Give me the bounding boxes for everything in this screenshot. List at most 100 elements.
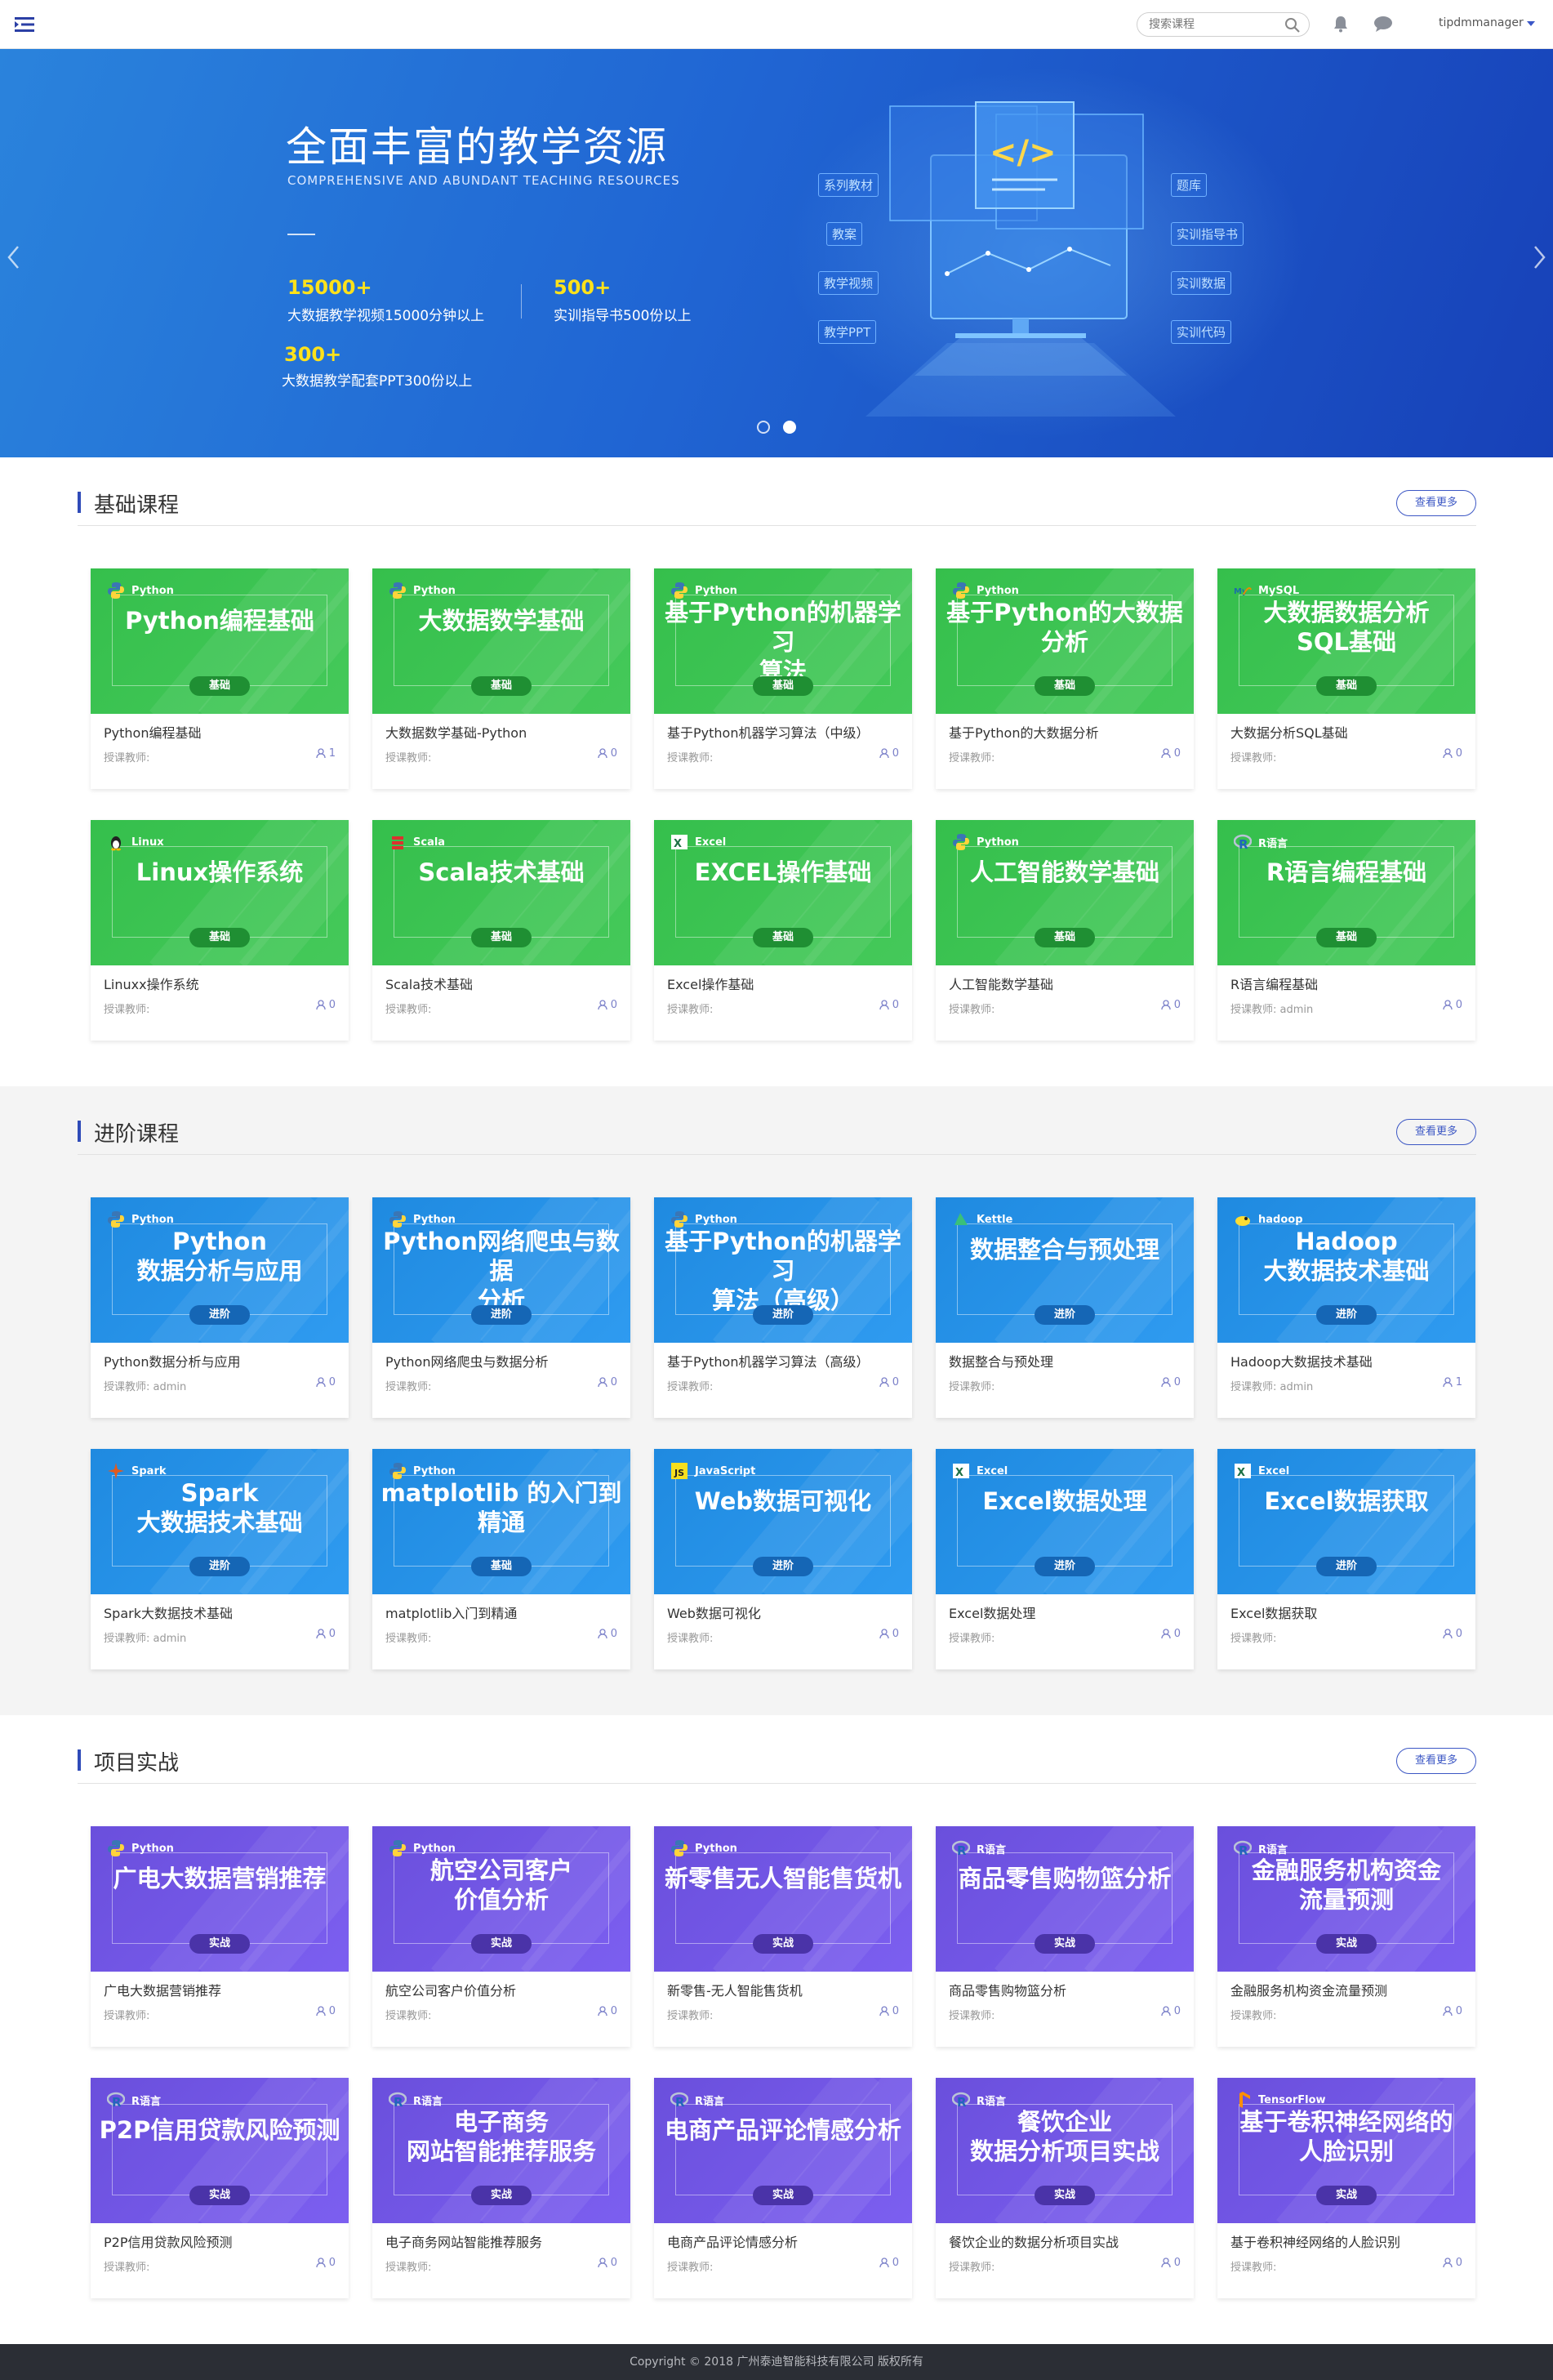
- menu-toggle-icon[interactable]: [15, 16, 34, 33]
- course-card[interactable]: Python 新零售无人智能售货机 实战 新零售-无人智能售货机 授课教师: 0: [654, 1826, 912, 2047]
- course-thumbnail[interactable]: JS JavaScript Web数据可视化 进阶: [654, 1449, 912, 1594]
- course-card[interactable]: Python 基于Python的大数据 分析 基础 基于Python的大数据分析 授课教师…: [936, 568, 1194, 789]
- carousel-dot-active[interactable]: [783, 421, 796, 434]
- course-card[interactable]: R R语言 P2P信用贷款风险预测 实战 P2P信用贷款风险预测 授课教师: 0: [91, 2078, 349, 2298]
- course-thumbnail[interactable]: Scala Scala技术基础 基础: [372, 820, 630, 965]
- course-card[interactable]: Python 航空公司客户 价值分析 实战 航空公司客户价值分析 授课教师: 0: [372, 1826, 630, 2047]
- course-card[interactable]: R R语言 商品零售购物篮分析 实战 商品零售购物篮分析 授课教师: 0: [936, 1826, 1194, 2047]
- course-thumbnail[interactable]: Python 基于Python的机器学习 算法 基础: [654, 568, 912, 714]
- course-card[interactable]: R R语言 金融服务机构资金 流量预测 实战 金融服务机构资金流量预测 授课教师: 0: [1217, 1826, 1475, 2047]
- course-name[interactable]: 基于Python机器学习算法（中级）: [667, 722, 869, 742]
- course-card[interactable]: X Excel EXCEL操作基础 基础 Excel操作基础 授课教师: 0: [654, 820, 912, 1041]
- course-card[interactable]: hadoop Hadoop 大数据技术基础 进阶 Hadoop大数据技术基础 授课教师: …: [1217, 1197, 1475, 1418]
- course-card[interactable]: Python Python 数据分析与应用 进阶 Python数据分析与应用 授课教师: …: [91, 1197, 349, 1418]
- course-card[interactable]: Python matplotlib 的入门到 精通 基础 matplotlib入门到精通…: [372, 1449, 630, 1669]
- course-thumbnail[interactable]: R R语言 餐饮企业 数据分析项目实战 实战: [936, 2078, 1194, 2223]
- carousel-dot[interactable]: [757, 421, 770, 434]
- course-thumbnail[interactable]: R R语言 电子商务 网站智能推荐服务 实战: [372, 2078, 630, 2223]
- course-name[interactable]: 大数据数学基础-Python: [385, 722, 527, 742]
- course-name[interactable]: Python数据分析与应用: [104, 1351, 240, 1371]
- course-name[interactable]: Scala技术基础: [385, 974, 473, 993]
- course-thumbnail[interactable]: X Excel Excel数据获取 进阶: [1217, 1449, 1475, 1594]
- course-name[interactable]: 航空公司客户价值分析: [385, 1980, 516, 1999]
- course-name[interactable]: matplotlib入门到精通: [385, 1602, 517, 1622]
- bell-icon[interactable]: [1333, 15, 1349, 33]
- course-name[interactable]: P2P信用贷款风险预测: [104, 2231, 232, 2251]
- course-name[interactable]: 金融服务机构资金流量预测: [1230, 1980, 1387, 1999]
- course-name[interactable]: 大数据分析SQL基础: [1230, 722, 1348, 742]
- course-name[interactable]: Excel数据获取: [1230, 1602, 1317, 1622]
- course-thumbnail[interactable]: Kettle 数据整合与预处理 进阶: [936, 1197, 1194, 1343]
- course-card[interactable]: R R语言 餐饮企业 数据分析项目实战 实战 餐饮企业的数据分析项目实战 授课教师: 0: [936, 2078, 1194, 2298]
- course-card[interactable]: Python Python网络爬虫与数据 分析 进阶 Python网络爬虫与数据分析 授课…: [372, 1197, 630, 1418]
- course-thumbnail[interactable]: R R语言 电商产品评论情感分析 实战: [654, 2078, 912, 2223]
- course-card[interactable]: X Excel Excel数据处理 进阶 Excel数据处理 授课教师: 0: [936, 1449, 1194, 1669]
- course-name[interactable]: 电商产品评论情感分析: [667, 2231, 798, 2251]
- course-thumbnail[interactable]: Python 基于Python的大数据 分析 基础: [936, 568, 1194, 714]
- course-thumbnail[interactable]: TensorFlow 基于卷积神经网络的 人脸识别 实战: [1217, 2078, 1475, 2223]
- course-card[interactable]: My MySQL 大数据数据分析 SQL基础 基础 大数据分析SQL基础 授课教师: 0: [1217, 568, 1475, 789]
- course-thumbnail[interactable]: Spark Spark 大数据技术基础 进阶: [91, 1449, 349, 1594]
- course-thumbnail[interactable]: R R语言 R语言编程基础 基础: [1217, 820, 1475, 965]
- course-card[interactable]: Scala Scala技术基础 基础 Scala技术基础 授课教师: 0: [372, 820, 630, 1041]
- search-icon[interactable]: [1284, 17, 1301, 33]
- course-card[interactable]: X Excel Excel数据获取 进阶 Excel数据获取 授课教师: 0: [1217, 1449, 1475, 1669]
- course-thumbnail[interactable]: R R语言 P2P信用贷款风险预测 实战: [91, 2078, 349, 2223]
- course-thumbnail[interactable]: X Excel EXCEL操作基础 基础: [654, 820, 912, 965]
- course-name[interactable]: 基于卷积神经网络的人脸识别: [1230, 2231, 1400, 2251]
- course-name[interactable]: 商品零售购物篮分析: [949, 1980, 1066, 1999]
- course-name[interactable]: Python编程基础: [104, 722, 201, 742]
- course-card[interactable]: R R语言 电子商务 网站智能推荐服务 实战 电子商务网站智能推荐服务 授课教师: 0: [372, 2078, 630, 2298]
- course-thumbnail[interactable]: hadoop Hadoop 大数据技术基础 进阶: [1217, 1197, 1475, 1343]
- course-name[interactable]: 基于Python的大数据分析: [949, 722, 1098, 742]
- course-name[interactable]: 基于Python机器学习算法（高级）: [667, 1351, 869, 1371]
- view-more-button[interactable]: 查看更多: [1396, 1748, 1476, 1774]
- course-name[interactable]: Python网络爬虫与数据分析: [385, 1351, 548, 1371]
- chevron-down-icon[interactable]: [1527, 21, 1535, 26]
- course-thumbnail[interactable]: Python 人工智能数学基础 基础: [936, 820, 1194, 965]
- search-input[interactable]: [1149, 18, 1279, 31]
- course-name[interactable]: 电子商务网站智能推荐服务: [385, 2231, 542, 2251]
- course-name[interactable]: 广电大数据营销推荐: [104, 1980, 221, 1999]
- course-name[interactable]: Excel操作基础: [667, 974, 754, 993]
- course-thumbnail[interactable]: R R语言 商品零售购物篮分析 实战: [936, 1826, 1194, 1972]
- course-thumbnail[interactable]: R R语言 金融服务机构资金 流量预测 实战: [1217, 1826, 1475, 1972]
- course-thumbnail[interactable]: Python Python网络爬虫与数据 分析 进阶: [372, 1197, 630, 1343]
- course-card[interactable]: Python 基于Python的机器学习 算法 基础基于Python机器学习算法（中级…: [654, 568, 912, 789]
- username[interactable]: tipdmmanager: [1439, 16, 1524, 29]
- course-thumbnail[interactable]: Python 航空公司客户 价值分析 实战: [372, 1826, 630, 1972]
- course-card[interactable]: Spark Spark 大数据技术基础 进阶 Spark大数据技术基础 授课教师: adm…: [91, 1449, 349, 1669]
- course-card[interactable]: Linux Linux操作系统 基础 Linuxx操作系统 授课教师: 0: [91, 820, 349, 1041]
- course-card[interactable]: Python 大数据数学基础 基础 大数据数学基础-Python 授课教师: 0: [372, 568, 630, 789]
- next-arrow-icon[interactable]: [1533, 245, 1546, 270]
- course-card[interactable]: TensorFlow 基于卷积神经网络的 人脸识别 实战 基于卷积神经网络的人脸识别 授课…: [1217, 2078, 1475, 2298]
- prev-arrow-icon[interactable]: [7, 245, 20, 270]
- course-name[interactable]: 数据整合与预处理: [949, 1351, 1053, 1371]
- course-name[interactable]: Linuxx操作系统: [104, 974, 199, 993]
- course-thumbnail[interactable]: Python 基于Python的机器学习 算法（高级） 进阶: [654, 1197, 912, 1343]
- view-more-button[interactable]: 查看更多: [1396, 490, 1476, 516]
- course-name[interactable]: Web数据可视化: [667, 1602, 761, 1622]
- course-thumbnail[interactable]: Python matplotlib 的入门到 精通 基础: [372, 1449, 630, 1594]
- course-thumbnail[interactable]: My MySQL 大数据数据分析 SQL基础 基础: [1217, 568, 1475, 714]
- course-name[interactable]: 人工智能数学基础: [949, 974, 1053, 993]
- course-card[interactable]: Python 广电大数据营销推荐 实战 广电大数据营销推荐 授课教师: 0: [91, 1826, 349, 2047]
- course-card[interactable]: Python 基于Python的机器学习 算法（高级） 进阶基于Python机器学习算…: [654, 1197, 912, 1418]
- course-thumbnail[interactable]: Python 广电大数据营销推荐 实战: [91, 1826, 349, 1972]
- course-name[interactable]: Hadoop大数据技术基础: [1230, 1351, 1373, 1371]
- course-thumbnail[interactable]: X Excel Excel数据处理 进阶: [936, 1449, 1194, 1594]
- course-thumbnail[interactable]: Python Python编程基础 基础: [91, 568, 349, 714]
- course-name[interactable]: Excel数据处理: [949, 1602, 1035, 1622]
- course-card[interactable]: Python Python编程基础 基础 Python编程基础 授课教师: 1: [91, 568, 349, 789]
- message-icon[interactable]: [1373, 15, 1393, 33]
- course-card[interactable]: R R语言 R语言编程基础 基础 R语言编程基础 授课教师: admin 0: [1217, 820, 1475, 1041]
- course-name[interactable]: 新零售-无人智能售货机: [667, 1980, 803, 1999]
- course-card[interactable]: Python 人工智能数学基础 基础 人工智能数学基础 授课教师: 0: [936, 820, 1194, 1041]
- course-thumbnail[interactable]: Linux Linux操作系统 基础: [91, 820, 349, 965]
- course-name[interactable]: R语言编程基础: [1230, 974, 1318, 993]
- course-thumbnail[interactable]: Python 新零售无人智能售货机 实战: [654, 1826, 912, 1972]
- course-card[interactable]: Kettle 数据整合与预处理 进阶 数据整合与预处理 授课教师: 0: [936, 1197, 1194, 1418]
- course-card[interactable]: JS JavaScript Web数据可视化 进阶 Web数据可视化 授课教师: 0: [654, 1449, 912, 1669]
- course-thumbnail[interactable]: Python 大数据数学基础 基础: [372, 568, 630, 714]
- course-thumbnail[interactable]: Python Python 数据分析与应用 进阶: [91, 1197, 349, 1343]
